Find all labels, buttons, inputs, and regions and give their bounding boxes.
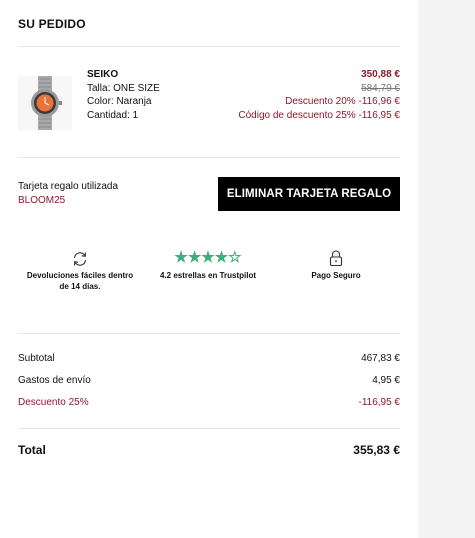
side-panel-background (418, 0, 475, 538)
refresh-icon (24, 248, 136, 270)
subtotal-value: 467,83 € (361, 353, 400, 364)
shipping-value: 4,95 € (372, 375, 400, 386)
divider (18, 428, 400, 429)
product-image (18, 76, 72, 130)
returns-label: Devoluciones fáciles dentro de 14 días. (26, 271, 134, 291)
total-row: Total 355,83 € (18, 443, 400, 459)
gift-card-code: BLOOM25 (18, 195, 66, 206)
divider (18, 333, 400, 334)
shipping-label: Gastos de envío (18, 375, 91, 386)
product-price: 350,88 € (361, 69, 400, 80)
product-color: Color: Naranja (87, 96, 152, 107)
discount-label: Descuento 25% (18, 397, 89, 408)
product-original-price: 584,79 € (361, 82, 400, 94)
gift-card-label: Tarjeta regalo utilizada (18, 181, 119, 192)
product-quantity: Cantidad: 1 (87, 109, 139, 121)
total-label: Total (18, 443, 46, 457)
subtotal-row: Subtotal 467,83 € (18, 353, 400, 367)
star-rating-icon: ★★★★☆ (174, 249, 242, 266)
product-prices: 350,88 € 584,79 € Descuento 20% -116,96 … (238, 68, 400, 122)
trustpilot-label: 4.2 estrellas en Trustpilot (159, 271, 257, 280)
trustpilot-badge: ★★★★☆ 4.2 estrellas en Trustpilot (148, 248, 268, 281)
discount-row: Descuento 25% -116,95 € (18, 397, 400, 411)
divider (18, 157, 400, 158)
product-brand: SEIKO (87, 69, 119, 80)
remove-gift-card-button[interactable]: ELIMINAR TARJETA REGALO (218, 177, 400, 211)
lock-icon (288, 248, 384, 270)
product-size: Talla: ONE SIZE (87, 82, 160, 94)
secure-payment-badge: Pago Seguro (288, 248, 384, 281)
product-details: SEIKO Talla: ONE SIZE Color: Naranja Can… (87, 68, 160, 122)
subtotal-label: Subtotal (18, 353, 55, 364)
secure-payment-label: Pago Seguro (311, 271, 361, 280)
shipping-row: Gastos de envío 4,95 € (18, 375, 400, 389)
product-discount: Descuento 20% -116,96 € (285, 96, 400, 107)
order-title: SU PEDIDO (18, 17, 86, 31)
returns-badge: Devoluciones fáciles dentro de 14 días. (24, 248, 136, 292)
discount-value: -116,95 € (358, 397, 400, 408)
product-discount-code: Código de descuento 25% -116,95 € (238, 109, 400, 121)
gift-card-info: Tarjeta regalo utilizada BLOOM25 (18, 180, 118, 208)
total-value: 355,83 € (353, 443, 400, 457)
divider (18, 46, 400, 47)
